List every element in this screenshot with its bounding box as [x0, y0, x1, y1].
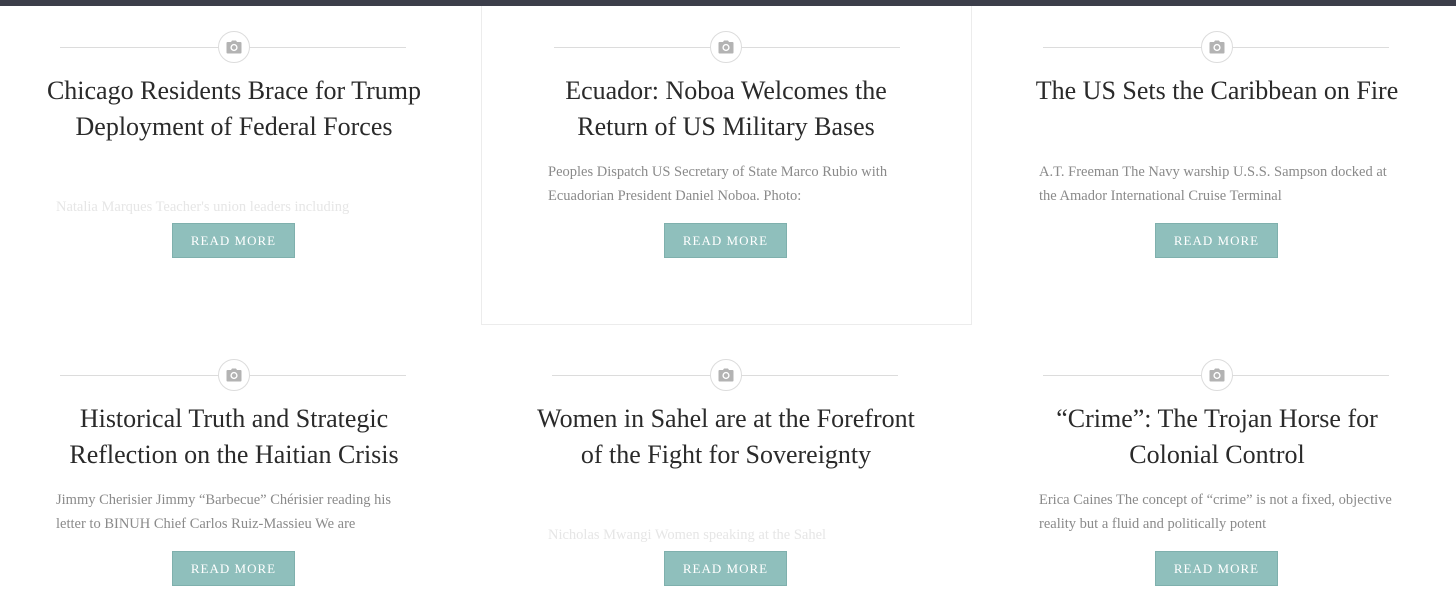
post-title[interactable]: Ecuador: Noboa Welcomes the Return of US… [532, 73, 920, 145]
post-card: “Crime”: The Trojan Horse for Colonial C… [983, 334, 1456, 596]
post-excerpt: Jimmy Cherisier Jimmy “Barbecue” Chérisi… [56, 492, 392, 532]
card-divider [482, 31, 972, 65]
post-excerpt: Natalia Marques Teacher's union leaders … [56, 199, 350, 215]
card-divider [983, 31, 1456, 65]
post-excerpt: Nicholas Mwangi Women speaking at the Sa… [548, 527, 827, 543]
post-excerpt: Erica Caines The concept of “crime” is n… [1039, 492, 1392, 532]
post-title[interactable]: Chicago Residents Brace for Trump Deploy… [40, 73, 428, 145]
card-divider [0, 31, 490, 65]
card-divider [492, 359, 982, 393]
post-title[interactable]: “Crime”: The Trojan Horse for Colonial C… [1023, 401, 1411, 473]
post-grid: Chicago Residents Brace for Trump Deploy… [0, 6, 1456, 596]
read-more-button[interactable]: READ MORE [664, 223, 787, 258]
post-excerpt: Peoples Dispatch US Secretary of State M… [548, 164, 888, 204]
camera-icon [1201, 31, 1233, 63]
camera-icon [218, 359, 250, 391]
post-card: Ecuador: Noboa Welcomes the Return of US… [481, 6, 972, 325]
post-card: Historical Truth and Strategic Reflectio… [0, 334, 490, 596]
read-more-button[interactable]: READ MORE [1155, 551, 1278, 586]
camera-icon [1201, 359, 1233, 391]
post-card: The US Sets the Caribbean on Fire A.T. F… [983, 6, 1456, 326]
camera-icon [218, 31, 250, 63]
post-title[interactable]: The US Sets the Caribbean on Fire [1023, 73, 1411, 109]
card-divider [983, 359, 1456, 393]
post-excerpt: A.T. Freeman The Navy warship U.S.S. Sam… [1039, 164, 1387, 204]
read-more-button[interactable]: READ MORE [1155, 223, 1278, 258]
card-divider [0, 359, 490, 393]
post-title[interactable]: Historical Truth and Strategic Reflectio… [40, 401, 428, 473]
camera-icon [710, 31, 742, 63]
post-card: Chicago Residents Brace for Trump Deploy… [0, 6, 490, 326]
post-card: Women in Sahel are at the Forefront of t… [492, 334, 982, 596]
read-more-button[interactable]: READ MORE [172, 223, 295, 258]
post-title[interactable]: Women in Sahel are at the Forefront of t… [532, 401, 920, 473]
camera-icon [710, 359, 742, 391]
read-more-button[interactable]: READ MORE [664, 551, 787, 586]
read-more-button[interactable]: READ MORE [172, 551, 295, 586]
